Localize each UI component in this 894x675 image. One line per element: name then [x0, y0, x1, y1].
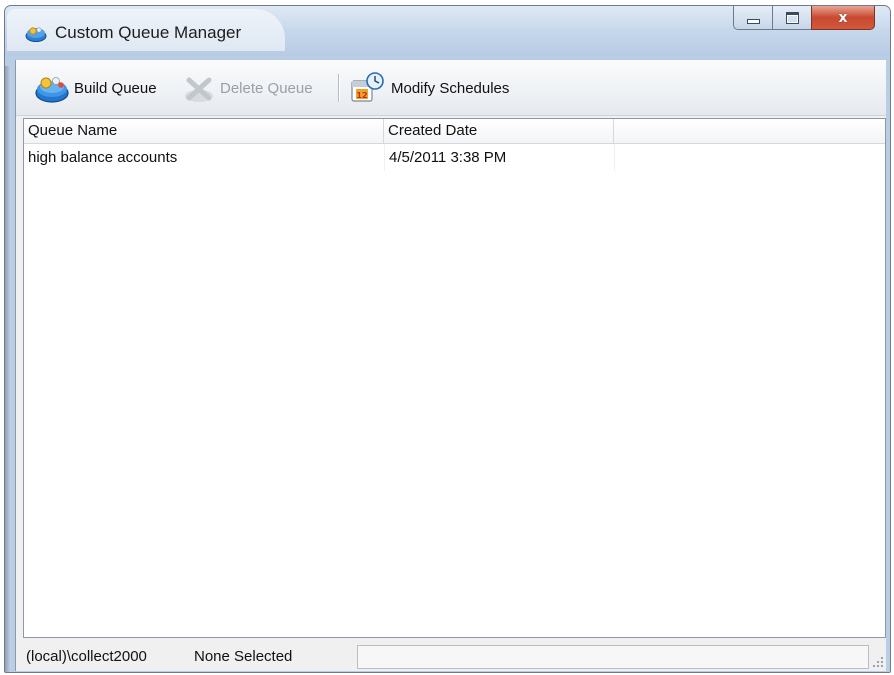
toolbar: Build Queue Delete Queue 12 Modify Sched…	[16, 60, 886, 116]
build-queue-label: Build Queue	[74, 79, 157, 97]
status-connection: (local)\collect2000	[26, 648, 147, 665]
modify-schedules-button[interactable]: 12 Modify Schedules	[349, 66, 509, 110]
calendar-clock-icon: 12	[351, 72, 384, 102]
close-icon: x	[838, 9, 848, 26]
toolbar-separator	[338, 74, 339, 102]
window-title: Custom Queue Manager	[55, 23, 242, 42]
build-queue-button[interactable]: Build Queue	[34, 66, 157, 110]
cell-blank	[614, 144, 615, 171]
resize-grip-icon[interactable]	[872, 656, 884, 668]
window-frame-edge	[5, 66, 11, 672]
delete-queue-button[interactable]: Delete Queue	[182, 66, 313, 110]
title-bar[interactable]: Custom Queue Manager x	[5, 6, 890, 56]
svg-text:12: 12	[356, 91, 367, 100]
delete-queue-label: Delete Queue	[220, 79, 313, 97]
status-selection: None Selected	[194, 648, 293, 665]
app-queue-icon	[25, 27, 47, 42]
column-header-blank[interactable]	[614, 119, 885, 143]
column-header-queue-name[interactable]: Queue Name	[24, 119, 384, 143]
maximize-icon	[785, 11, 799, 24]
app-window: Custom Queue Manager x Build Queue Delet…	[4, 5, 891, 673]
cell-created-date: 4/5/2011 3:38 PM	[384, 144, 614, 171]
column-header-created-date[interactable]: Created Date	[384, 119, 614, 143]
table-row[interactable]: high balance accounts 4/5/2011 3:38 PM	[24, 144, 885, 171]
client-area: Build Queue Delete Queue 12 Modify Sched…	[15, 60, 886, 671]
modify-schedules-label: Modify Schedules	[391, 79, 510, 97]
close-button[interactable]: x	[811, 6, 875, 30]
list-header: Queue Name Created Date	[24, 119, 885, 144]
build-queue-icon	[35, 77, 69, 103]
delete-queue-icon	[185, 77, 213, 102]
queue-list[interactable]: Queue Name Created Date high balance acc…	[23, 118, 886, 638]
minimize-button[interactable]	[733, 6, 773, 30]
maximize-button[interactable]	[772, 6, 812, 30]
cell-queue-name: high balance accounts	[28, 149, 178, 166]
status-info	[357, 645, 869, 669]
status-bar: (local)\collect2000 None Selected	[16, 642, 886, 671]
minimize-icon	[746, 19, 760, 24]
